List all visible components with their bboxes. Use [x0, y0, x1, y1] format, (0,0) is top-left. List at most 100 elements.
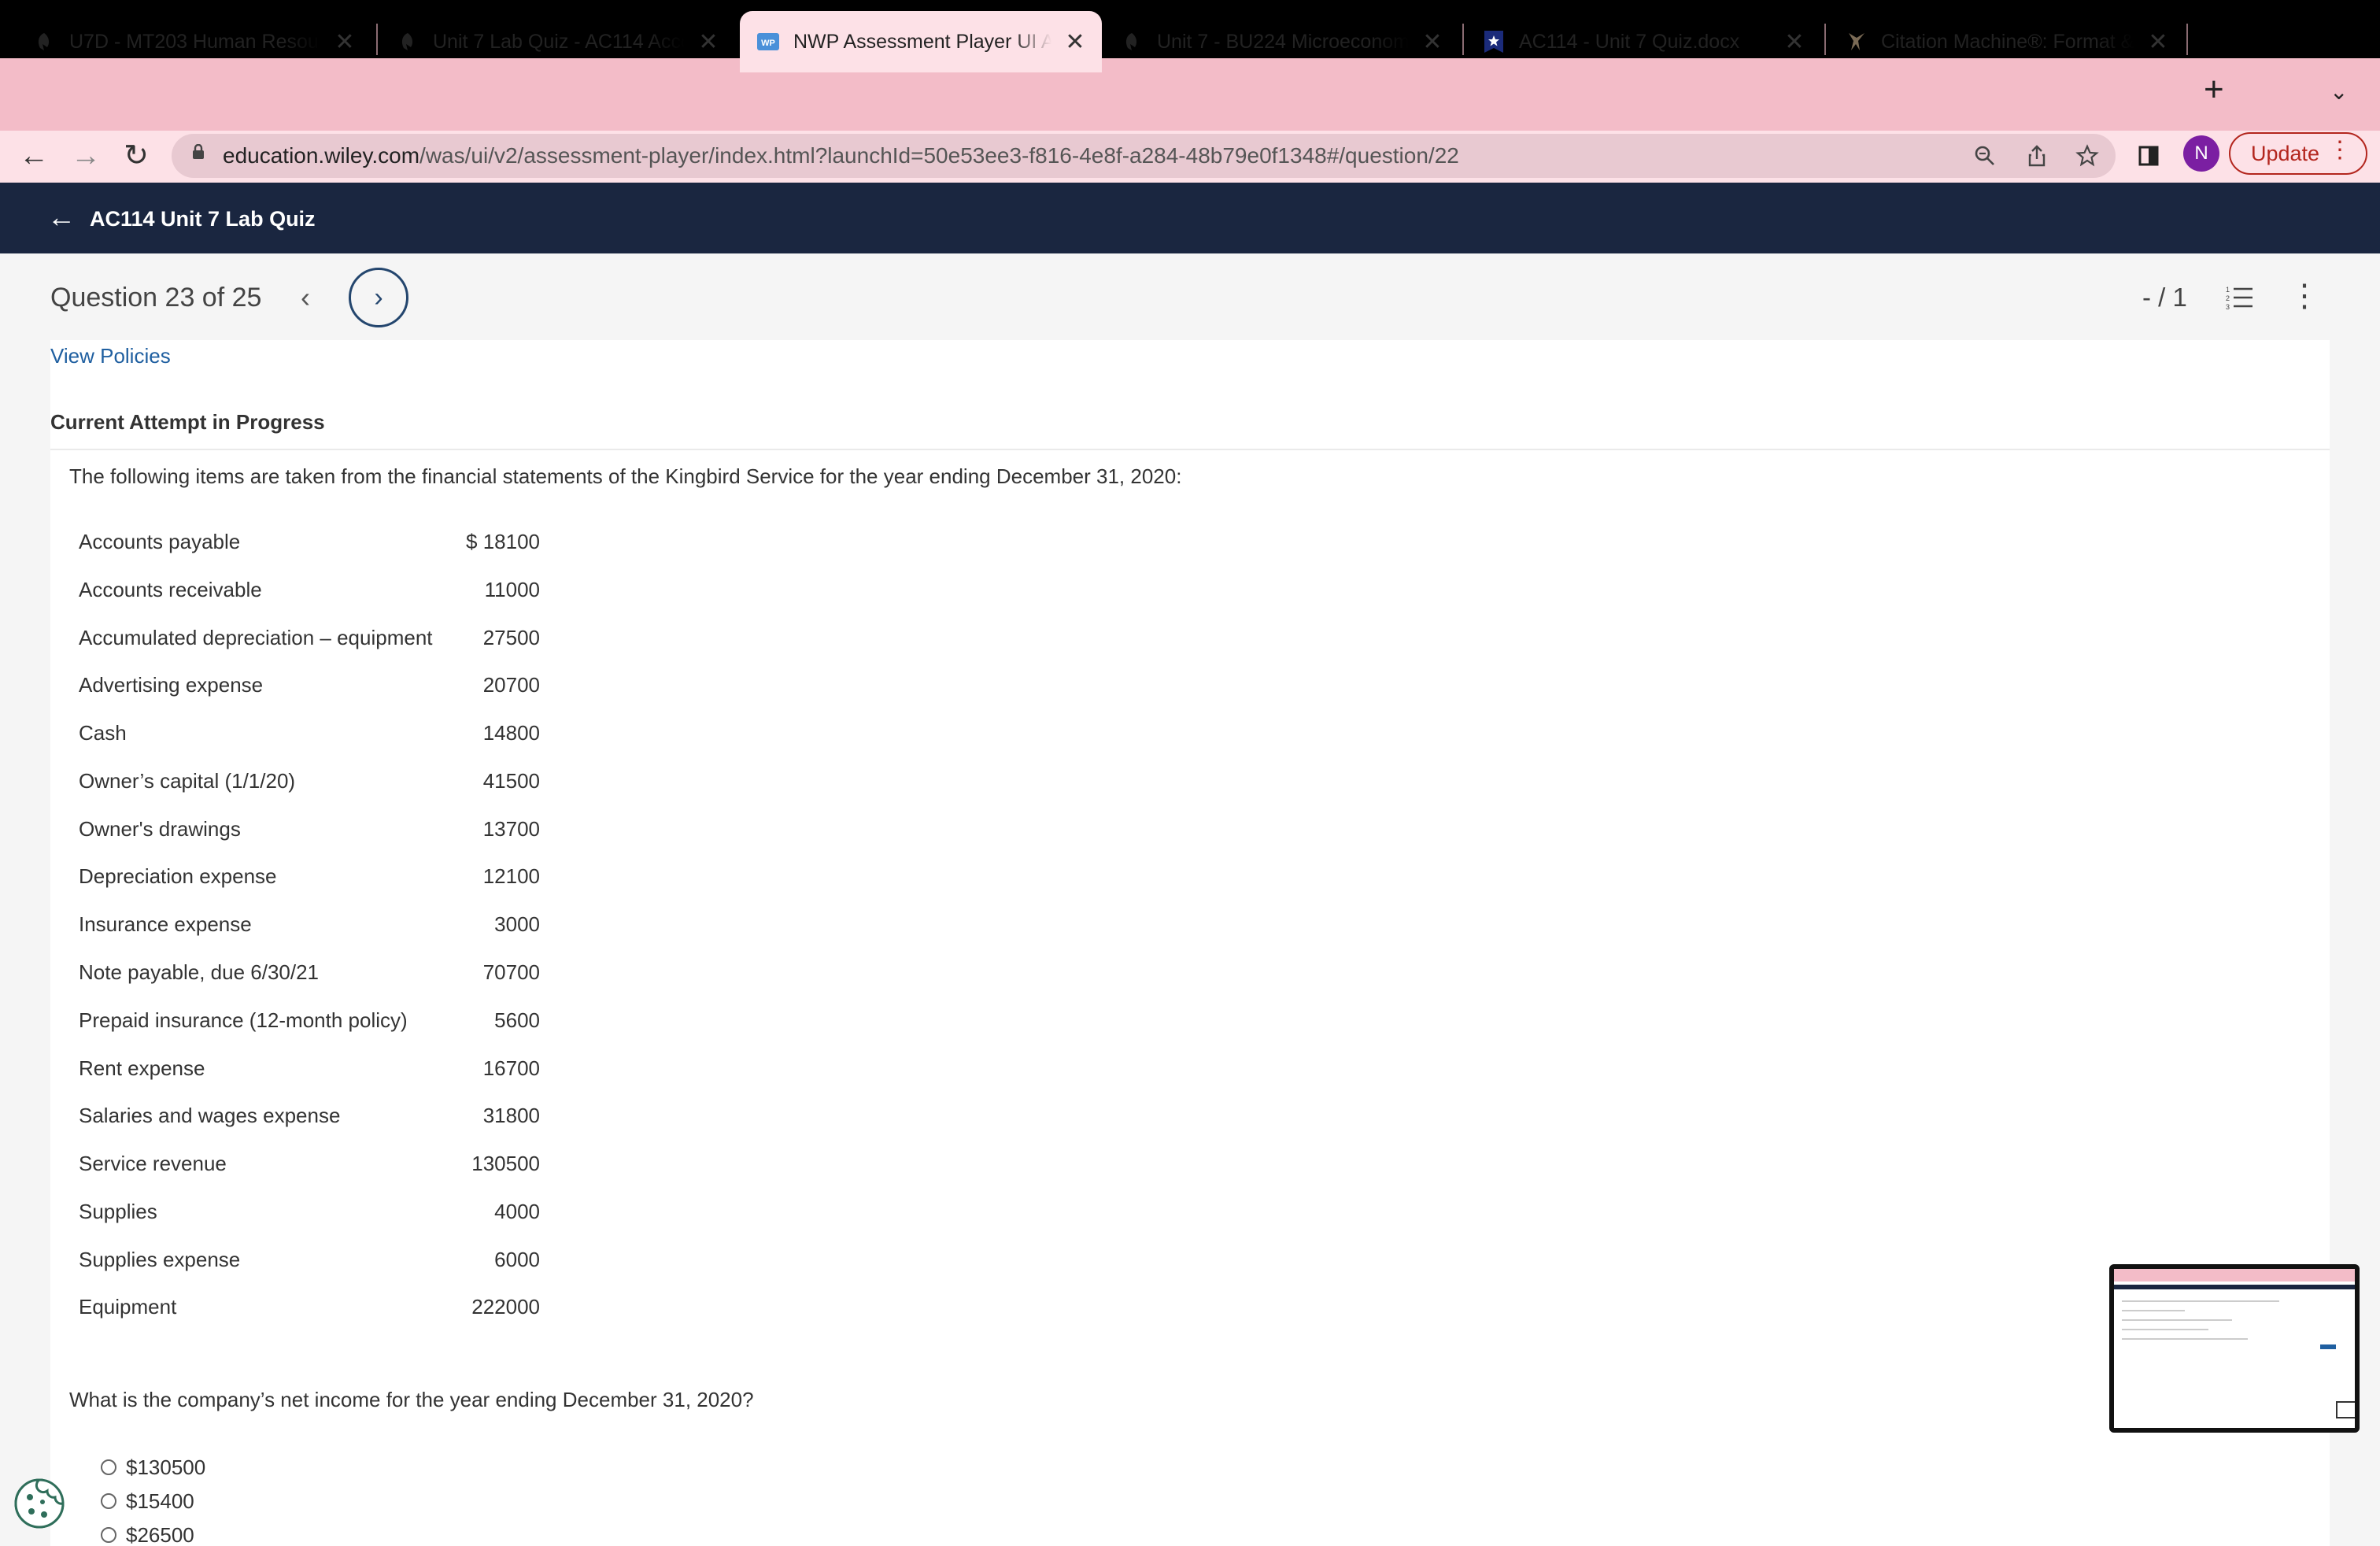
- more-options-icon[interactable]: ⋮: [2289, 277, 2320, 315]
- item-label: Salaries and wages expense: [79, 1104, 341, 1127]
- close-icon[interactable]: ✕: [1064, 28, 1086, 56]
- close-icon[interactable]: ✕: [334, 28, 356, 56]
- question-panel: [50, 340, 2330, 1546]
- item-label: Prepaid insurance (12-month policy): [79, 1008, 408, 1032]
- thumbnail-line: [2122, 1310, 2185, 1311]
- item-label: Note payable, due 6/30/21: [79, 960, 320, 984]
- table-row: Owner’s capital (1/1/20) 41500: [79, 765, 551, 797]
- item-amount: 14800: [482, 721, 540, 745]
- item-amount: 222000: [471, 1295, 540, 1319]
- thumbnail-header: [2114, 1285, 2355, 1289]
- item-label: Equipment: [79, 1295, 177, 1319]
- thumbnail-line: [2122, 1329, 2208, 1330]
- back-icon[interactable]: ←: [14, 137, 54, 175]
- app-header: [0, 183, 2380, 253]
- question-counter: Question 23 of 25: [50, 283, 262, 313]
- tab-citation-machine[interactable]: Citation Machine®: Format & Generate ✕: [1828, 11, 2185, 72]
- item-amount: 16700: [482, 1056, 540, 1080]
- table-row: Note payable, due 6/30/21 70700: [79, 956, 551, 988]
- item-amount: 130500: [471, 1152, 540, 1175]
- table-row: Cash 14800: [79, 717, 551, 749]
- item-label: Rent expense: [79, 1056, 205, 1080]
- tab-mt203[interactable]: U7D - MT203 Human Resource Management ✕: [16, 11, 371, 72]
- close-icon[interactable]: ✕: [1783, 28, 1805, 56]
- answer-option[interactable]: $26500: [101, 1519, 194, 1546]
- table-row: Accounts payable $ 18100: [79, 526, 551, 557]
- thumbnail-tabstrip: [2114, 1269, 2355, 1282]
- item-amount: 27500: [482, 626, 540, 649]
- radio-button[interactable]: [101, 1527, 116, 1543]
- table-row: Service revenue 130500: [79, 1148, 551, 1179]
- url-host: education.wiley.com: [223, 143, 420, 168]
- url-path: /was/ui/v2/assessment-player/index.html?…: [419, 143, 1459, 168]
- radio-button[interactable]: [101, 1459, 116, 1475]
- item-amount: 5600: [494, 1008, 540, 1032]
- bookmark-star-icon[interactable]: [2071, 140, 2103, 172]
- more-vert-icon: ⋮: [2328, 137, 2352, 163]
- divider: [50, 449, 2330, 450]
- close-icon[interactable]: ✕: [2147, 28, 2169, 56]
- forward-icon[interactable]: →: [66, 137, 105, 175]
- question-text: What is the company’s net income for the…: [69, 1388, 754, 1411]
- chevron-down-icon[interactable]: ⌄: [2330, 79, 2348, 105]
- citation-machine-icon: [1843, 29, 1868, 54]
- purdue-global-icon: [1119, 29, 1144, 54]
- item-amount: 70700: [482, 960, 540, 984]
- url-text[interactable]: education.wiley.com/was/ui/v2/assessment…: [223, 139, 1459, 173]
- close-icon[interactable]: ✕: [1421, 28, 1443, 56]
- back-arrow-icon[interactable]: ←: [47, 202, 76, 233]
- thumbnail-line: [2122, 1319, 2232, 1321]
- side-panel-icon[interactable]: [2133, 140, 2164, 172]
- cookie-icon[interactable]: [13, 1477, 66, 1530]
- avatar[interactable]: N: [2183, 135, 2219, 172]
- svg-text:WP: WP: [761, 39, 775, 48]
- item-label: Owner’s capital (1/1/20): [79, 769, 296, 793]
- answer-option[interactable]: $15400: [101, 1485, 194, 1517]
- view-policies-link[interactable]: View Policies: [50, 342, 171, 370]
- new-tab-button[interactable]: +: [2204, 72, 2224, 107]
- radio-button[interactable]: [101, 1493, 116, 1509]
- reload-icon[interactable]: ↻: [116, 137, 156, 175]
- table-row: Prepaid insurance (12-month policy) 5600: [79, 1004, 551, 1036]
- tab-ac114-quiz-docx[interactable]: AC114 - Unit 7 Quiz.docx ✕: [1465, 11, 1821, 72]
- table-row: Salaries and wages expense 31800: [79, 1100, 551, 1131]
- tab-bu224[interactable]: Unit 7 - BU224 Microeconomics ✕: [1103, 11, 1459, 72]
- item-amount: 3000: [494, 912, 540, 936]
- tab-ac114-lab-quiz[interactable]: Unit 7 Lab Quiz - AC114 Accounting ✕: [379, 11, 735, 72]
- item-amount: 11000: [484, 578, 540, 601]
- table-row: Accumulated depreciation – equipment 2750…: [79, 622, 551, 653]
- item-amount: 4000: [494, 1200, 540, 1223]
- item-label: Accounts receivable: [79, 578, 262, 601]
- thumbnail-frame-icon: [2336, 1401, 2355, 1418]
- chevron-right-icon: ›: [374, 282, 383, 313]
- tab-nwp-assessment-player[interactable]: WP NWP Assessment Player UI Application …: [740, 11, 1102, 72]
- previous-question-icon[interactable]: ‹: [301, 280, 310, 315]
- share-icon[interactable]: [2021, 140, 2053, 172]
- close-icon[interactable]: ✕: [697, 28, 719, 56]
- item-amount: $ 18100: [466, 530, 540, 553]
- zoom-icon[interactable]: [1969, 140, 2001, 172]
- thumbnail-line: [2122, 1338, 2248, 1340]
- tab-separator: [2186, 24, 2188, 55]
- tab-separator: [376, 24, 378, 55]
- screenshot-thumbnail[interactable]: [2109, 1264, 2360, 1433]
- answer-option[interactable]: $130500: [101, 1452, 205, 1483]
- table-row: Insurance expense 3000: [79, 908, 551, 940]
- item-amount: 13700: [482, 817, 540, 841]
- item-amount: 41500: [482, 769, 540, 793]
- item-label: Accumulated depreciation – equipment: [79, 626, 433, 649]
- tab-title: Unit 7 - BU224 Microeconomics: [1157, 30, 1409, 53]
- svg-text:1: 1: [2226, 286, 2230, 294]
- next-question-button[interactable]: ›: [349, 268, 408, 327]
- question-list-icon[interactable]: 1 2 3: [2224, 282, 2256, 313]
- tab-title: AC114 - Unit 7 Quiz.docx: [1519, 30, 1740, 53]
- svg-text:3: 3: [2226, 303, 2230, 311]
- item-amount: 31800: [482, 1104, 540, 1127]
- update-button[interactable]: Update ⋮: [2229, 132, 2367, 175]
- purdue-global-icon: [395, 29, 420, 54]
- item-amount: 12100: [482, 864, 540, 888]
- tab-title: Unit 7 Lab Quiz - AC114 Accounting: [433, 30, 685, 53]
- item-label: Advertising expense: [79, 673, 264, 697]
- table-row: Equipment 222000: [79, 1291, 551, 1322]
- tab-title: U7D - MT203 Human Resource Management: [69, 30, 321, 53]
